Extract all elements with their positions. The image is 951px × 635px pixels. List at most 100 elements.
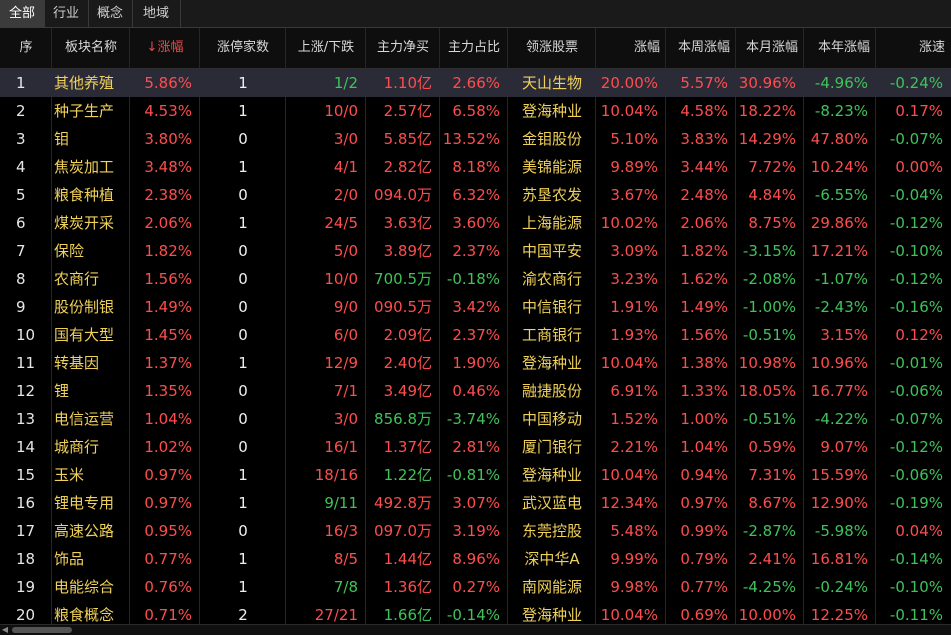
tab-industry[interactable]: 行业 <box>44 0 89 27</box>
table-row[interactable]: 3 钼 3.80% 0 3/0 5.85亿 13.52% 金钼股份 5.10% 3.83% 14.2… <box>0 125 951 153</box>
table-row[interactable]: 13 电信运营 1.04% 0 3/0 856.8万 -3.74% 中国移动 1.52% 1.00… <box>0 405 951 433</box>
cell-col-leading-stock[interactable]: 苏垦农发 <box>508 181 596 209</box>
table-row[interactable]: 17 高速公路 0.95% 0 16/3 097.0万 3.19% 东莞控股 5.48% 0.99… <box>0 517 951 545</box>
tab-concept[interactable]: 概念 <box>88 0 133 27</box>
cell-col-leading-stock[interactable]: 中国平安 <box>508 237 596 265</box>
cell-col-sector-name[interactable]: 钼 <box>52 125 130 153</box>
cell-col-index: 11 <box>16 354 36 372</box>
cell-col-leading-change: 9.99% <box>610 550 658 568</box>
cell-col-leading-stock[interactable]: 武汉蓝电 <box>508 489 596 517</box>
cell-col-leading-stock[interactable]: 厦门银行 <box>508 433 596 461</box>
table-row[interactable]: 14 城商行 1.02% 0 16/1 1.37亿 2.81% 厦门银行 2.21% 1.04% 0… <box>0 433 951 461</box>
cell-col-sector-name[interactable]: 玉米 <box>52 461 130 489</box>
cell-col-sector-name[interactable]: 电信运营 <box>52 405 130 433</box>
header-col-week-change[interactable]: 本周涨幅 <box>666 28 736 68</box>
cell-col-main-ratio: 8.96% <box>452 550 500 568</box>
cell-col-sector-name[interactable]: 锂 <box>52 377 130 405</box>
cell-col-sector-name[interactable]: 国有大型 <box>52 321 130 349</box>
cell-col-sector-name[interactable]: 粮食种植 <box>52 181 130 209</box>
cell-col-sector-name[interactable]: 高速公路 <box>52 517 130 545</box>
cell-col-leading-stock[interactable]: 南网能源 <box>508 573 596 601</box>
table-row[interactable]: 20 粮食概念 0.71% 2 27/21 1.66亿 -0.14% 登海种业 10.04% 0.… <box>0 601 951 624</box>
cell-col-sector-name[interactable]: 农商行 <box>52 265 130 293</box>
cell-col-up-down: 16/3 <box>324 522 358 540</box>
cell-col-leading-change: 1.93% <box>610 326 658 344</box>
cell-col-leading-change: 20.00% <box>600 74 658 92</box>
cell-col-leading-stock[interactable]: 渝农商行 <box>508 265 596 293</box>
cell-col-leading-stock[interactable]: 天山生物 <box>508 69 596 97</box>
header-col-leading-change[interactable]: 涨幅 <box>596 28 666 68</box>
cell-col-year-change: -4.96% <box>814 74 868 92</box>
header-col-leading-stock[interactable]: 领涨股票 <box>508 28 596 68</box>
cell-col-leading-stock[interactable]: 中国移动 <box>508 405 596 433</box>
header-col-change[interactable]: ↓涨幅 <box>130 28 200 68</box>
table-row[interactable]: 6 煤炭开采 2.06% 1 24/5 3.63亿 3.60% 上海能源 10.02% 2.06%… <box>0 209 951 237</box>
cell-col-change: 1.45% <box>144 326 192 344</box>
table-row[interactable]: 9 股份制银 1.49% 0 9/0 090.5万 3.42% 中信银行 1.91% 1.49% -… <box>0 293 951 321</box>
scroll-thumb[interactable] <box>12 627 72 633</box>
cell-col-sector-name[interactable]: 城商行 <box>52 433 130 461</box>
header-col-month-change[interactable]: 本月涨幅 <box>736 28 804 68</box>
table-row[interactable]: 11 转基因 1.37% 1 12/9 2.40亿 1.90% 登海种业 10.04% 1.38%… <box>0 349 951 377</box>
cell-col-sector-name[interactable]: 粮食概念 <box>52 601 130 624</box>
table-row[interactable]: 15 玉米 0.97% 1 18/16 1.22亿 -0.81% 登海种业 10.04% 0.94… <box>0 461 951 489</box>
cell-col-sector-name[interactable]: 其他养殖 <box>52 69 130 97</box>
cell-col-sector-name[interactable]: 电能综合 <box>52 573 130 601</box>
cell-col-sector-name[interactable]: 焦炭加工 <box>52 153 130 181</box>
table-row[interactable]: 8 农商行 1.56% 0 10/0 700.5万 -0.18% 渝农商行 3.23% 1.62%… <box>0 265 951 293</box>
cell-col-sector-name[interactable]: 转基因 <box>52 349 130 377</box>
cell-col-index: 16 <box>16 494 36 512</box>
header-col-index[interactable]: 序 <box>0 28 52 68</box>
table-row[interactable]: 4 焦炭加工 3.48% 1 4/1 2.82亿 8.18% 美锦能源 9.89% 3.44% 7.… <box>0 153 951 181</box>
cell-col-leading-stock[interactable]: 登海种业 <box>508 601 596 624</box>
cell-col-main-net-buy: 2.82亿 <box>383 158 432 176</box>
cell-col-leading-stock[interactable]: 登海种业 <box>508 349 596 377</box>
horizontal-scrollbar[interactable]: ◀ <box>0 624 951 635</box>
table-row[interactable]: 12 锂 1.35% 0 7/1 3.49亿 0.46% 融捷股份 6.91% 1.33% 18.0… <box>0 377 951 405</box>
cell-col-index: 6 <box>16 214 26 232</box>
header-col-speed[interactable]: 涨速 <box>876 28 951 68</box>
cell-col-sector-name[interactable]: 煤炭开采 <box>52 209 130 237</box>
table-row[interactable]: 5 粮食种植 2.38% 0 2/0 094.0万 6.32% 苏垦农发 3.67% 2.48% 4… <box>0 181 951 209</box>
header-col-main-ratio[interactable]: 主力占比 <box>440 28 508 68</box>
cell-col-up-down: 3/0 <box>333 410 358 428</box>
table-row[interactable]: 19 电能综合 0.76% 1 7/8 1.36亿 0.27% 南网能源 9.98% 0.77% -… <box>0 573 951 601</box>
table-row[interactable]: 10 国有大型 1.45% 0 6/0 2.09亿 2.37% 工商银行 1.93% 1.56% -… <box>0 321 951 349</box>
cell-col-leading-stock[interactable]: 上海能源 <box>508 209 596 237</box>
cell-col-leading-stock[interactable]: 融捷股份 <box>508 377 596 405</box>
cell-col-up-down: 8/5 <box>333 550 358 568</box>
cell-col-leading-stock[interactable]: 登海种业 <box>508 97 596 125</box>
table-row[interactable]: 7 保险 1.82% 0 5/0 3.89亿 2.37% 中国平安 3.09% 1.82% -3.1… <box>0 237 951 265</box>
cell-col-month-change: 18.22% <box>738 102 796 120</box>
cell-col-leading-stock[interactable]: 东莞控股 <box>508 517 596 545</box>
header-col-main-net-buy[interactable]: 主力净买 <box>366 28 440 68</box>
header-col-limit-up-count[interactable]: 涨停家数 <box>200 28 286 68</box>
table-row[interactable]: 2 种子生产 4.53% 1 10/0 2.57亿 6.58% 登海种业 10.04% 4.58%… <box>0 97 951 125</box>
cell-col-leading-stock[interactable]: 工商银行 <box>508 321 596 349</box>
cell-col-year-change: -4.22% <box>814 410 868 428</box>
header-label: 涨幅 <box>157 40 184 55</box>
tab-region[interactable]: 地域 <box>132 0 181 27</box>
cell-col-leading-stock[interactable]: 中信银行 <box>508 293 596 321</box>
cell-col-limit-up-count: 0 <box>238 326 248 344</box>
cell-col-sector-name[interactable]: 锂电专用 <box>52 489 130 517</box>
cell-col-main-ratio: 2.37% <box>452 326 500 344</box>
cell-col-sector-name[interactable]: 饰品 <box>52 545 130 573</box>
cell-col-leading-stock[interactable]: 金钼股份 <box>508 125 596 153</box>
cell-col-change: 1.35% <box>144 382 192 400</box>
cell-col-sector-name[interactable]: 股份制银 <box>52 293 130 321</box>
cell-col-sector-name[interactable]: 保险 <box>52 237 130 265</box>
cell-col-leading-stock[interactable]: 深中华A <box>508 545 596 573</box>
table-row[interactable]: 18 饰品 0.77% 1 8/5 1.44亿 8.96% 深中华A 9.99% 0.79% 2.4… <box>0 545 951 573</box>
cell-col-limit-up-count: 0 <box>238 382 248 400</box>
table-row[interactable]: 16 锂电专用 0.97% 1 9/11 492.8万 3.07% 武汉蓝电 12.34% 0.9… <box>0 489 951 517</box>
cell-col-main-ratio: 2.66% <box>452 74 500 92</box>
table-row[interactable]: 1 其他养殖 5.86% 1 1/2 1.10亿 2.66% 天山生物 20.00% 5.57% 3… <box>0 69 951 97</box>
cell-col-sector-name[interactable]: 种子生产 <box>52 97 130 125</box>
cell-col-leading-stock[interactable]: 美锦能源 <box>508 153 596 181</box>
tab-all[interactable]: 全部 <box>0 0 45 27</box>
cell-col-leading-stock[interactable]: 登海种业 <box>508 461 596 489</box>
header-col-year-change[interactable]: 本年涨幅 <box>804 28 876 68</box>
header-col-sector-name[interactable]: 板块名称 <box>52 28 130 68</box>
header-col-up-down[interactable]: 上涨/下跌 <box>286 28 366 68</box>
